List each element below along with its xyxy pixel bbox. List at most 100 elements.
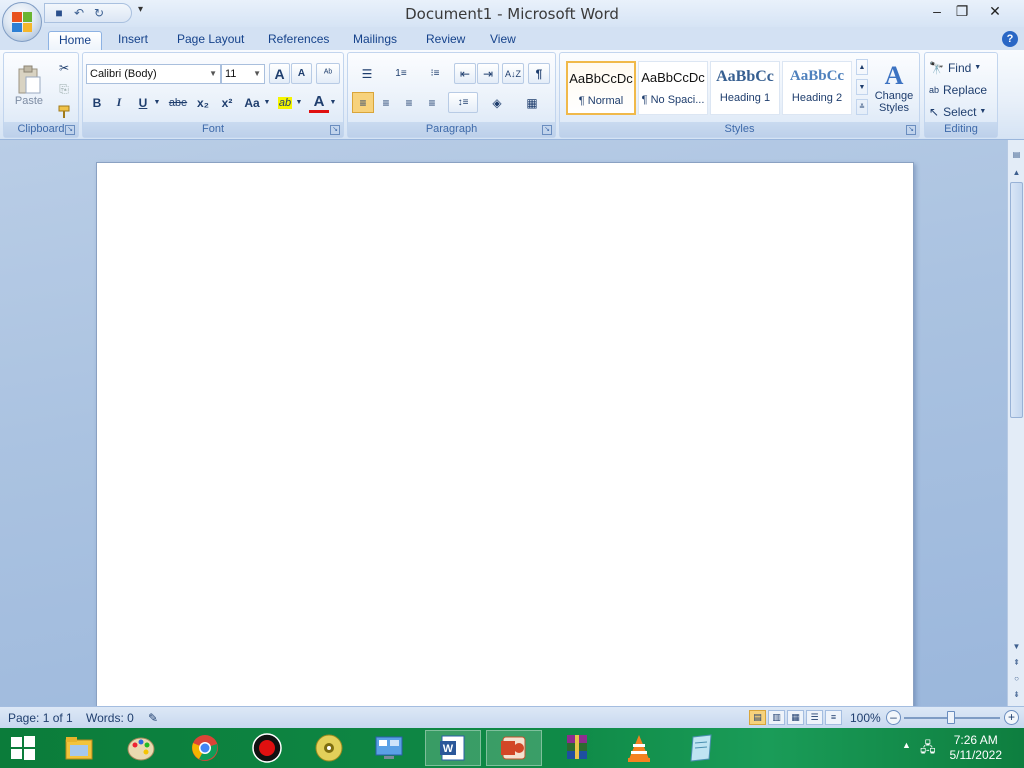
change-case-dropdown-icon[interactable]: ▼ [263, 92, 271, 113]
draft-view-icon[interactable]: ≡ [825, 710, 842, 725]
page-count[interactable]: Page: 1 of 1 [8, 711, 73, 725]
subscript-button[interactable]: x₂ [193, 92, 213, 113]
scroll-down-icon[interactable]: ▼ [1009, 640, 1024, 654]
underline-button[interactable]: U [133, 92, 153, 113]
borders-button[interactable]: ▦ [516, 92, 548, 113]
office-button[interactable] [2, 2, 42, 42]
multilevel-list-button[interactable]: ⁝≡ [420, 63, 450, 84]
scroll-thumb[interactable] [1010, 182, 1023, 418]
increase-indent-button[interactable]: ⇥ [477, 63, 499, 84]
styles-scroll-up-icon[interactable]: ▲ [856, 59, 868, 75]
outline-view-icon[interactable]: ☰ [806, 710, 823, 725]
style-heading-2[interactable]: AaBbCc Heading 2 [782, 61, 852, 115]
media-disc-icon[interactable] [312, 732, 346, 764]
styles-launcher-icon[interactable]: ↘ [906, 125, 916, 135]
paint-icon[interactable] [124, 732, 158, 764]
zoom-in-button[interactable]: + [1004, 710, 1019, 725]
line-spacing-button[interactable]: ↕≡ [448, 92, 478, 113]
show-hidden-icons-icon[interactable]: ▲ [902, 740, 911, 750]
decrease-indent-button[interactable]: ⇤ [454, 63, 476, 84]
font-color-dropdown-icon[interactable]: ▼ [329, 92, 337, 113]
screen-recorder-icon[interactable] [250, 732, 284, 764]
paste-button[interactable]: Paste [10, 57, 48, 115]
grow-font-button[interactable]: A [269, 63, 290, 84]
format-painter-icon[interactable] [54, 101, 74, 122]
previous-page-icon[interactable]: ⇞ [1009, 656, 1024, 670]
maximize-button[interactable]: ❐ [947, 2, 977, 22]
scroll-up-icon[interactable]: ▲ [1009, 166, 1024, 180]
clock[interactable]: 7:26 AM 5/11/2022 [950, 733, 1003, 763]
shrink-font-button[interactable]: A [291, 63, 312, 84]
bold-button[interactable]: B [87, 92, 107, 113]
find-button[interactable]: 🔭 Find ▼ [929, 57, 993, 78]
styles-more-icon[interactable]: ≚ [856, 99, 868, 115]
status-bar: Page: 1 of 1 Words: 0 ✎ ▤ ▥ ▦ ☰ ≡ 100% –… [0, 706, 1024, 728]
align-right-button[interactable]: ≡ [398, 92, 420, 113]
clipboard-launcher-icon[interactable]: ↘ [65, 125, 75, 135]
sort-button[interactable]: A↓Z [502, 63, 524, 84]
change-styles-button[interactable]: A Change Styles [870, 57, 918, 119]
font-launcher-icon[interactable]: ↘ [330, 125, 340, 135]
help-icon[interactable]: ? [1002, 31, 1018, 47]
control-panel-icon[interactable] [372, 732, 406, 764]
font-size-combo[interactable]: 11 ▼ [221, 64, 265, 84]
tab-view[interactable]: View [480, 31, 526, 50]
replace-button[interactable]: ab Replace [929, 79, 995, 100]
word-taskbar-icon[interactable]: W [425, 730, 481, 766]
vlc-icon[interactable] [622, 732, 656, 764]
web-layout-icon[interactable]: ▦ [787, 710, 804, 725]
next-page-icon[interactable]: ⇟ [1009, 688, 1024, 702]
tab-page-layout[interactable]: Page Layout [167, 31, 254, 50]
file-explorer-icon[interactable] [62, 732, 96, 764]
underline-dropdown-icon[interactable]: ▼ [153, 92, 161, 113]
tab-insert[interactable]: Insert [108, 31, 158, 50]
style-heading-1[interactable]: AaBbCc Heading 1 [710, 61, 780, 115]
font-color-button[interactable]: A [309, 92, 329, 113]
find-label: Find [947, 60, 972, 75]
proofing-icon[interactable]: ✎ [148, 711, 158, 725]
network-icon[interactable]: 🖧 [920, 737, 936, 761]
show-marks-button[interactable]: ¶ [528, 63, 550, 84]
zoom-slider-thumb[interactable] [947, 711, 955, 724]
select-button[interactable]: ↖ Select ▼ [929, 101, 995, 122]
print-layout-view-icon[interactable]: ▤ [749, 710, 766, 725]
align-center-button[interactable]: ≡ [375, 92, 397, 113]
browse-object-icon[interactable]: ○ [1009, 672, 1024, 686]
align-left-button[interactable]: ≡ [352, 92, 374, 113]
notepad-icon[interactable] [684, 732, 718, 764]
tab-home[interactable]: Home [48, 31, 103, 50]
tab-review[interactable]: Review [416, 31, 475, 50]
copy-icon[interactable]: ⎘ [54, 79, 74, 100]
winrar-icon[interactable] [560, 732, 594, 764]
style-no-spacing[interactable]: AaBbCcDc ¶ No Spaci... [638, 61, 708, 115]
cut-icon[interactable]: ✂ [54, 57, 74, 78]
highlight-button[interactable]: ab [275, 92, 295, 113]
tab-references[interactable]: References [258, 31, 339, 50]
bullets-button[interactable]: ☰ [352, 63, 382, 84]
numbering-button[interactable]: 1≡ [386, 63, 416, 84]
zoom-level[interactable]: 100% [850, 711, 881, 725]
justify-button[interactable]: ≡ [421, 92, 443, 113]
zoom-out-button[interactable]: – [886, 710, 901, 725]
word-count[interactable]: Words: 0 [86, 711, 134, 725]
chrome-icon[interactable] [188, 732, 222, 764]
styles-scroll-down-icon[interactable]: ▼ [856, 79, 868, 95]
style-normal[interactable]: AaBbCcDc ¶ Normal [566, 61, 636, 115]
ruler-toggle-icon[interactable]: ▤ [1009, 148, 1024, 162]
font-family-combo[interactable]: Calibri (Body) ▼ [86, 64, 221, 84]
windows-start-icon[interactable] [6, 732, 40, 764]
full-screen-reading-icon[interactable]: ▥ [768, 710, 785, 725]
clear-formatting-button[interactable]: ᴬᵇ [316, 63, 340, 84]
paragraph-launcher-icon[interactable]: ↘ [542, 125, 552, 135]
tab-mailings[interactable]: Mailings [343, 31, 407, 50]
vertical-scrollbar[interactable]: ▤ ▲ ▼ ⇞ ○ ⇟ [1007, 140, 1024, 706]
superscript-button[interactable]: x² [217, 92, 237, 113]
change-case-button[interactable]: Aa [241, 92, 263, 113]
shading-button[interactable]: ◈ [482, 92, 512, 113]
strikethrough-button[interactable]: abe [167, 92, 189, 113]
document-page[interactable] [96, 162, 914, 706]
italic-button[interactable]: I [109, 92, 129, 113]
close-button[interactable]: ✕ [980, 2, 1010, 22]
highlight-dropdown-icon[interactable]: ▼ [295, 92, 303, 113]
powerpoint-taskbar-icon[interactable] [486, 730, 542, 766]
